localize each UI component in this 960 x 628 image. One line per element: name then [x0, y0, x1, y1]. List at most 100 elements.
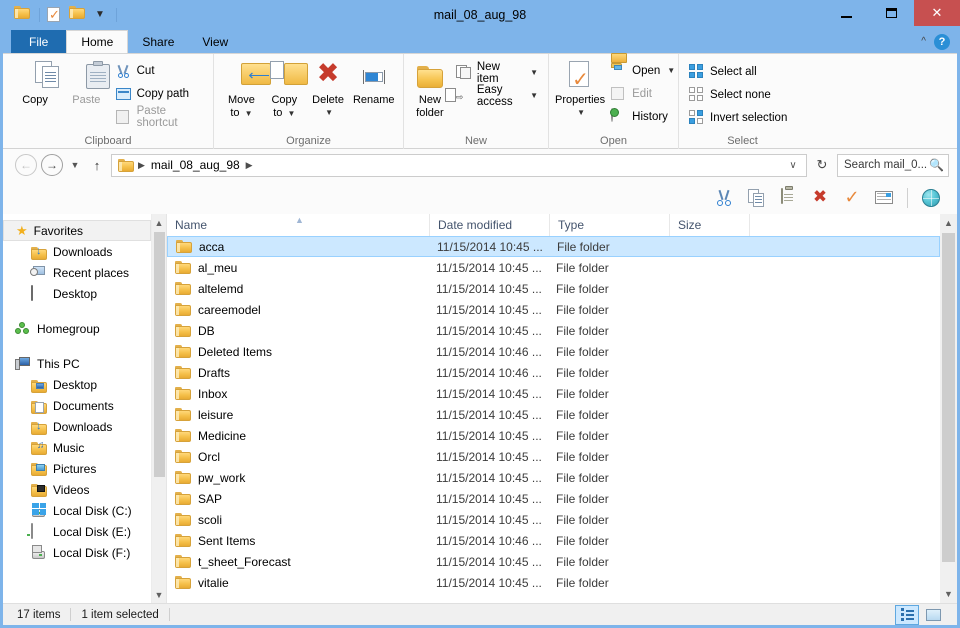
help-icon[interactable]: ?: [934, 33, 950, 50]
column-header-type[interactable]: Type: [550, 214, 670, 236]
sidebar-item-downloads-pc[interactable]: ↓ Downloads: [3, 416, 151, 437]
table-row[interactable]: altelemd 11/15/2014 10:45 ... File folder: [167, 278, 940, 299]
open-button[interactable]: Open ▼: [607, 52, 679, 81]
table-row[interactable]: SAP 11/15/2014 10:45 ... File folder: [167, 488, 940, 509]
toolbar-internet-button[interactable]: [917, 185, 945, 211]
table-row[interactable]: Drafts 11/15/2014 10:46 ... File folder: [167, 362, 940, 383]
sidebar-item-favorites[interactable]: ★ Favorites: [3, 220, 151, 241]
folder-icon: [175, 534, 191, 547]
sidebar-item-homegroup[interactable]: Homegroup: [3, 318, 151, 339]
table-row[interactable]: scoli 11/15/2014 10:45 ... File folder: [167, 509, 940, 530]
maximize-button[interactable]: [869, 0, 914, 26]
history-button[interactable]: History: [607, 106, 679, 127]
search-box[interactable]: Search mail_0... 🔍: [837, 153, 949, 177]
sidebar-item-local-disk-f[interactable]: Local Disk (F:): [3, 542, 151, 563]
tab-share[interactable]: Share: [128, 30, 188, 53]
toolbar-confirm-button[interactable]: ✓: [838, 185, 866, 211]
details-view-button[interactable]: [895, 604, 919, 625]
table-row[interactable]: leisure 11/15/2014 10:45 ... File folder: [167, 404, 940, 425]
sidebar-item-local-disk-e[interactable]: Local Disk (E:): [3, 521, 151, 542]
sidebar-item-pictures[interactable]: Pictures: [3, 458, 151, 479]
select-none-button[interactable]: Select none: [685, 84, 791, 105]
rename-button[interactable]: Rename: [350, 58, 397, 106]
qat-new-doc-check-icon[interactable]: ✓: [47, 6, 65, 24]
copy-path-button[interactable]: Copy path: [112, 83, 207, 104]
forward-button[interactable]: →: [41, 154, 63, 176]
qat-folder-icon[interactable]: [14, 6, 32, 24]
recent-locations-caret-icon[interactable]: ▼: [67, 154, 83, 176]
copy-to-button[interactable]: Copy to ▼: [263, 58, 309, 120]
close-button[interactable]: ✕: [914, 0, 960, 26]
up-button[interactable]: ↑: [87, 154, 107, 176]
nav-scroll-up-button[interactable]: ▲: [151, 214, 167, 231]
table-row[interactable]: Sent Items 11/15/2014 10:46 ... File folde…: [167, 530, 940, 551]
tab-home[interactable]: Home: [66, 30, 129, 53]
easy-access-button[interactable]: ⇨ Easy access ▼: [444, 84, 542, 108]
table-row[interactable]: Inbox 11/15/2014 10:45 ... File folder: [167, 383, 940, 404]
cut-button[interactable]: Cut: [112, 60, 207, 81]
file-list-scrollbar[interactable]: ▲ ▼: [940, 214, 957, 603]
move-to-button[interactable]: ⟵ Move to ▼: [220, 58, 272, 120]
table-row[interactable]: acca 11/15/2014 10:45 ... File folder: [167, 236, 940, 257]
file-date-cell: 11/15/2014 10:46 ...: [436, 344, 542, 359]
table-row[interactable]: vitalie 11/15/2014 10:45 ... File folder: [167, 572, 940, 593]
file-scroll-up-button[interactable]: ▲: [940, 214, 957, 232]
new-item-button[interactable]: New item ▼: [452, 61, 542, 85]
qat-folder-icon-2[interactable]: [69, 6, 87, 24]
sidebar-item-local-disk-c[interactable]: Local Disk (C:): [3, 500, 151, 521]
table-row[interactable]: careemodel 11/15/2014 10:45 ... File folde…: [167, 299, 940, 320]
desktop-monitor-icon: [31, 284, 47, 302]
table-row[interactable]: Medicine 11/15/2014 10:45 ... File folder: [167, 425, 940, 446]
select-all-button[interactable]: Select all: [685, 61, 791, 82]
file-scroll-thumb[interactable]: [942, 233, 955, 562]
breadcrumb-separator-2[interactable]: ▶: [246, 160, 253, 171]
toolbar-cut-button[interactable]: [710, 185, 738, 211]
qat-dropdown-caret-icon[interactable]: ▼: [91, 6, 109, 24]
invert-selection-button[interactable]: Invert selection: [685, 107, 791, 128]
sidebar-item-downloads[interactable]: ↓ Downloads: [3, 241, 151, 262]
file-scroll-down-button[interactable]: ▼: [940, 585, 957, 603]
copy-button[interactable]: Copy: [9, 58, 61, 106]
breadcrumb-item-0[interactable]: mail_08_aug_98: [148, 158, 243, 172]
search-input[interactable]: Search mail_0...: [844, 159, 929, 171]
table-row[interactable]: DB 11/15/2014 10:45 ... File folder: [167, 320, 940, 341]
large-icons-view-button[interactable]: [921, 605, 945, 625]
breadcrumb-separator-1[interactable]: ▶: [138, 160, 145, 171]
nav-scroll-thumb[interactable]: [153, 232, 165, 477]
explorer-window: ✓ ▼ mail_08_aug_98 ✕ File Home Share Vie…: [0, 0, 960, 628]
navigation-pane-scrollbar[interactable]: ▲ ▼: [151, 214, 167, 603]
sidebar-item-recent-places[interactable]: Recent places: [3, 262, 151, 283]
breadcrumb[interactable]: ▶ mail_08_aug_98 ▶ ∨: [111, 153, 807, 177]
table-row[interactable]: Orcl 11/15/2014 10:45 ... File folder: [167, 446, 940, 467]
refresh-button[interactable]: ↻: [811, 154, 833, 177]
breadcrumb-dropdown-icon[interactable]: ∨: [784, 160, 802, 171]
table-row[interactable]: pw_work 11/15/2014 10:45 ... File folder: [167, 467, 940, 488]
nav-scroll-down-button[interactable]: ▼: [151, 586, 167, 603]
table-row[interactable]: t_sheet_Forecast 11/15/2014 10:45 ... File…: [167, 551, 940, 572]
minimize-button[interactable]: [824, 0, 869, 26]
sidebar-item-desktop-pc[interactable]: Desktop: [3, 374, 151, 395]
column-header-size[interactable]: Size: [670, 214, 750, 236]
paste-button[interactable]: Paste: [63, 58, 111, 106]
back-button[interactable]: ←: [15, 154, 37, 176]
table-row[interactable]: al_meu 11/15/2014 10:45 ... File folder: [167, 257, 940, 278]
column-header-date-modified[interactable]: Date modified: [430, 214, 550, 236]
toolbar-copy-button[interactable]: [742, 185, 770, 211]
tab-file[interactable]: File: [11, 30, 67, 53]
properties-button[interactable]: ✓ Properties ▼: [555, 58, 605, 119]
paste-shortcut-button[interactable]: Paste shortcut: [112, 105, 207, 129]
toolbar-mail-button[interactable]: [870, 185, 898, 211]
tab-view[interactable]: View: [188, 30, 242, 53]
file-type-cell: File folder: [556, 428, 609, 443]
table-row[interactable]: Deleted Items 11/15/2014 10:46 ... File fo…: [167, 341, 940, 362]
edit-button[interactable]: Edit: [607, 83, 679, 104]
sidebar-item-music[interactable]: ♫ Music: [3, 437, 151, 458]
toolbar-delete-button[interactable]: ✖: [806, 185, 834, 211]
toolbar-paste-button[interactable]: [774, 185, 802, 211]
sidebar-item-this-pc[interactable]: This PC: [3, 353, 151, 374]
sidebar-item-videos[interactable]: Videos: [3, 479, 151, 500]
collapse-ribbon-icon[interactable]: ^: [921, 36, 926, 47]
sidebar-item-documents[interactable]: Documents: [3, 395, 151, 416]
delete-button[interactable]: ✖ Delete ▼: [306, 58, 351, 119]
sidebar-item-desktop[interactable]: Desktop: [3, 283, 151, 304]
